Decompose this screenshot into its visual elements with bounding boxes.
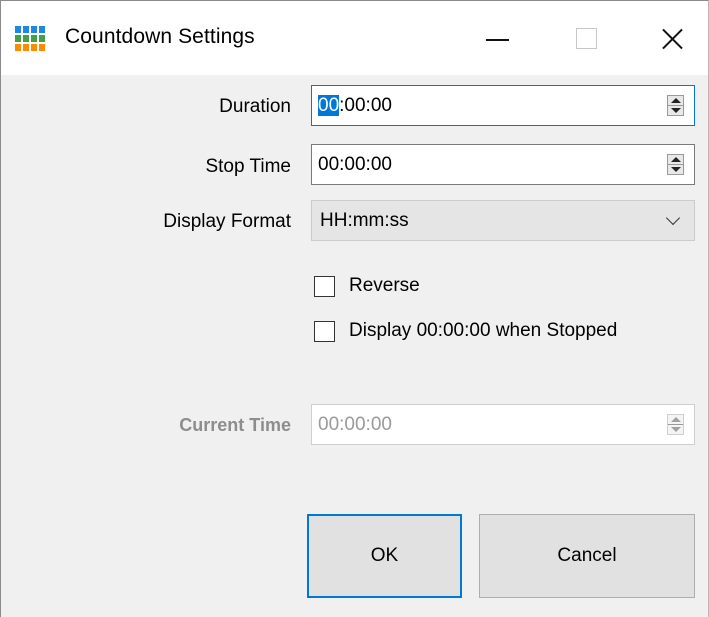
stop-time-label: Stop Time: [205, 156, 291, 177]
duration-rest: :00:00: [339, 95, 392, 116]
spin-down-icon[interactable]: [671, 108, 681, 113]
duration-spin-arrows[interactable]: [667, 95, 684, 116]
display-format-select[interactable]: HH:mm:ss: [311, 200, 695, 241]
close-button[interactable]: [640, 1, 708, 75]
stop-time-input[interactable]: 00:00:00: [311, 144, 695, 185]
spin-up-icon[interactable]: [671, 98, 681, 103]
reverse-checkbox[interactable]: Reverse: [314, 275, 420, 297]
title-bar[interactable]: Countdown Settings: [1, 1, 708, 75]
countdown-settings-dialog: Countdown Settings Duration 00:00:00 Sto…: [0, 0, 709, 617]
spin-divider: [668, 164, 683, 165]
stop-time-spin-arrows[interactable]: [667, 154, 684, 175]
spin-down-icon: [671, 427, 681, 432]
maximize-button[interactable]: [548, 1, 640, 75]
duration-input[interactable]: 00:00:00: [311, 85, 695, 126]
duration-value[interactable]: 00:00:00: [318, 95, 392, 117]
chevron-down-icon[interactable]: [665, 210, 681, 226]
cancel-button[interactable]: Cancel: [479, 514, 695, 598]
display-format-value: HH:mm:ss: [320, 210, 409, 231]
current-time-value: 00:00:00: [318, 414, 392, 435]
current-time-spin-arrows: [667, 414, 684, 435]
spin-divider: [668, 105, 683, 106]
app-grid-icon: [15, 26, 45, 53]
reverse-checkbox-box[interactable]: [314, 275, 335, 297]
current-time-label: Current Time: [179, 415, 291, 435]
minimize-button[interactable]: [456, 1, 548, 75]
reverse-checkbox-label[interactable]: Reverse: [349, 275, 420, 297]
display-zero-checkbox[interactable]: Display 00:00:00 when Stopped: [314, 320, 617, 342]
display-zero-checkbox-box[interactable]: [314, 320, 335, 342]
duration-label: Duration: [219, 96, 291, 117]
display-zero-checkbox-label[interactable]: Display 00:00:00 when Stopped: [349, 320, 617, 342]
duration-selected-segment: 00: [318, 95, 340, 116]
display-format-label: Display Format: [163, 211, 291, 232]
window-title: Countdown Settings: [65, 25, 255, 48]
current-time-input: 00:00:00: [311, 404, 695, 445]
stop-time-value[interactable]: 00:00:00: [318, 154, 392, 176]
spin-divider: [668, 424, 683, 425]
spin-up-icon[interactable]: [671, 157, 681, 162]
spin-up-icon: [671, 417, 681, 422]
spin-down-icon[interactable]: [671, 167, 681, 172]
ok-button[interactable]: OK: [307, 514, 462, 598]
